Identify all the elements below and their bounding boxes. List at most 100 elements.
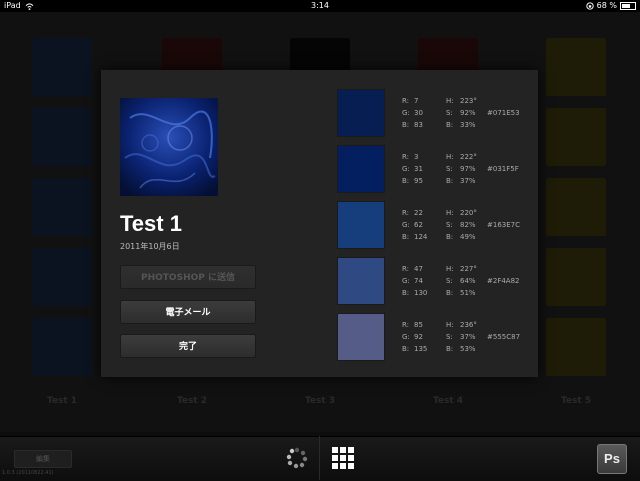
- value-line: S: 97%: [446, 163, 477, 175]
- value-number: 85: [414, 321, 423, 329]
- gallery-theme-label: Test 1: [46, 396, 78, 406]
- gallery-swatch: [32, 248, 92, 306]
- value-key: H:: [446, 209, 454, 217]
- value-key: B:: [402, 177, 410, 185]
- gallery-theme-label: Test 3: [304, 396, 336, 406]
- value-number: 223°: [460, 97, 477, 105]
- edit-button[interactable]: 編集: [14, 450, 72, 468]
- grid-icon[interactable]: [332, 447, 354, 469]
- value-key: G:: [402, 333, 410, 341]
- hsb-values: H: 236° S: 37% B: 53%: [446, 319, 477, 355]
- value-line: B: 49%: [446, 231, 477, 243]
- swatch-row: R: 85 G: 92 B: 135 H: 236° S: 37% B: 53% #555C87: [337, 313, 537, 361]
- value-key: S:: [446, 109, 453, 117]
- version-label: 1.0.3 (20110822.41): [2, 470, 54, 476]
- rgb-values: R: 3 G: 31 B: 95: [402, 151, 423, 187]
- gallery-swatch: [546, 108, 606, 166]
- color-swatch[interactable]: [337, 201, 385, 249]
- gallery-theme-label: Test 5: [560, 396, 592, 406]
- value-line: G: 92: [402, 331, 427, 343]
- hex-value: #2F4A82: [487, 277, 520, 285]
- value-key: H:: [446, 265, 454, 273]
- value-line: B: 33%: [446, 119, 477, 131]
- value-line: G: 30: [402, 107, 423, 119]
- value-line: G: 31: [402, 163, 423, 175]
- value-key: S:: [446, 333, 453, 341]
- gallery-theme-column[interactable]: [546, 38, 606, 388]
- color-swatch[interactable]: [337, 89, 385, 137]
- value-number: 222°: [460, 153, 477, 161]
- value-line: B: 135: [402, 343, 427, 355]
- color-swatch[interactable]: [337, 257, 385, 305]
- toolbar-divider: [319, 436, 320, 480]
- theme-thumbnail: [120, 98, 218, 196]
- value-line: B: 51%: [446, 287, 477, 299]
- value-key: B:: [446, 289, 454, 297]
- value-key: B:: [446, 121, 454, 129]
- value-number: 47: [414, 265, 423, 273]
- value-key: B:: [402, 289, 410, 297]
- value-line: R: 22: [402, 207, 427, 219]
- value-number: 92: [414, 333, 423, 341]
- value-number: 37%: [460, 177, 476, 185]
- value-line: B: 124: [402, 231, 427, 243]
- battery-level: [622, 4, 631, 8]
- value-number: 82%: [460, 221, 476, 229]
- value-number: 37%: [460, 333, 476, 341]
- hex-value: #071E53: [487, 109, 520, 117]
- spinner-icon[interactable]: [286, 447, 308, 469]
- gallery-theme-label: Test 2: [176, 396, 208, 406]
- battery-percent: 68 %: [596, 1, 617, 10]
- photoshop-icon[interactable]: Ps: [597, 444, 627, 474]
- value-number: 92%: [460, 109, 476, 117]
- value-number: 74: [414, 277, 423, 285]
- value-line: R: 85: [402, 319, 427, 331]
- value-key: B:: [446, 345, 454, 353]
- value-key: R:: [402, 153, 410, 161]
- value-line: R: 7: [402, 95, 423, 107]
- value-line: H: 223°: [446, 95, 477, 107]
- value-key: G:: [402, 109, 410, 117]
- bottom-toolbar: [0, 436, 640, 481]
- value-line: S: 37%: [446, 331, 477, 343]
- value-number: 124: [414, 233, 428, 241]
- value-number: 31: [414, 165, 423, 173]
- done-button[interactable]: 完了: [120, 334, 256, 358]
- rgb-values: R: 7 G: 30 B: 83: [402, 95, 423, 131]
- value-number: 30: [414, 109, 423, 117]
- value-number: 97%: [460, 165, 476, 173]
- hsb-values: H: 223° S: 92% B: 33%: [446, 95, 477, 131]
- rgb-values: R: 85 G: 92 B: 135: [402, 319, 427, 355]
- value-line: H: 227°: [446, 263, 477, 275]
- value-key: H:: [446, 153, 454, 161]
- gallery-swatch: [32, 108, 92, 166]
- value-line: H: 222°: [446, 151, 477, 163]
- value-key: G:: [402, 221, 410, 229]
- gallery-swatch: [32, 178, 92, 236]
- value-line: B: 37%: [446, 175, 477, 187]
- value-line: H: 220°: [446, 207, 477, 219]
- value-key: R:: [402, 265, 410, 273]
- gallery-swatch: [546, 318, 606, 376]
- value-number: 64%: [460, 277, 476, 285]
- value-number: 33%: [460, 121, 476, 129]
- value-line: S: 64%: [446, 275, 477, 287]
- theme-detail-dialog: Test 1 2011年10月6日 PHOTOSHOP に送信 電子メール 完了…: [101, 70, 538, 377]
- battery-icon: [620, 2, 636, 10]
- value-key: R:: [402, 321, 410, 329]
- color-swatch[interactable]: [337, 313, 385, 361]
- send-to-photoshop-button[interactable]: PHOTOSHOP に送信: [120, 265, 256, 289]
- value-number: 227°: [460, 265, 477, 273]
- gallery-swatch: [546, 178, 606, 236]
- color-swatch[interactable]: [337, 145, 385, 193]
- hsb-values: H: 220° S: 82% B: 49%: [446, 207, 477, 243]
- value-key: S:: [446, 221, 453, 229]
- value-line: B: 53%: [446, 343, 477, 355]
- gallery-theme-column[interactable]: [32, 38, 92, 388]
- value-key: B:: [446, 233, 454, 241]
- value-number: 3: [414, 153, 419, 161]
- swatch-row: R: 3 G: 31 B: 95 H: 222° S: 97% B: 37% #031F5F: [337, 145, 537, 193]
- email-button[interactable]: 電子メール: [120, 300, 256, 324]
- value-number: 236°: [460, 321, 477, 329]
- gallery-theme-label: Test 4: [432, 396, 464, 406]
